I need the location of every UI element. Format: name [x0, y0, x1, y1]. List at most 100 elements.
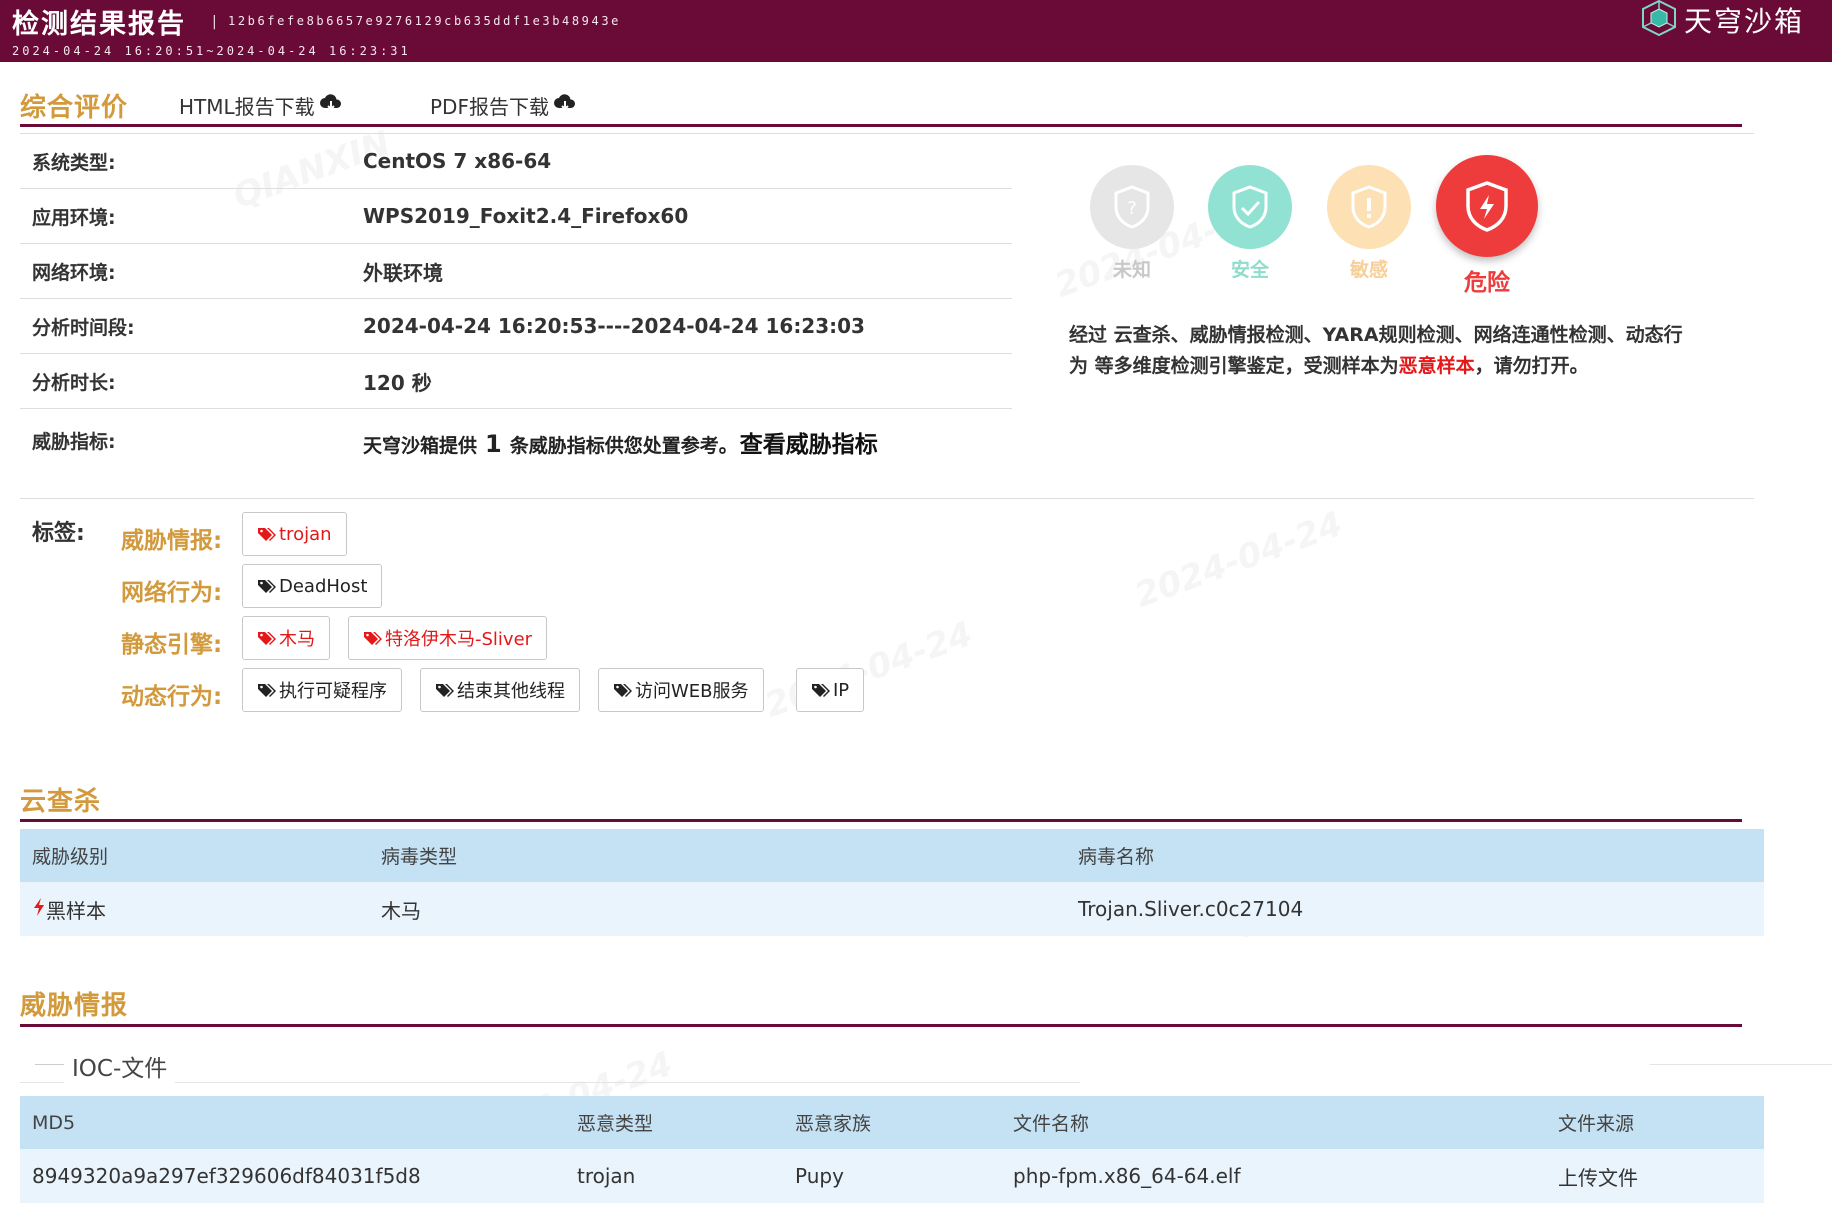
filename-cell: php-fpm.x86_64-64.elf: [1013, 1164, 1241, 1188]
ioc-file-title: IOC-文件: [64, 1049, 176, 1083]
table-row: 8949320a9a297ef329606df84031f5d8 trojan …: [20, 1149, 1764, 1203]
verdict-prefix: 为 等多维度检测引擎鉴定，受测样本为: [1069, 355, 1399, 377]
verdict-text: 经过 云查杀、威胁情报检测、YARA规则检测、网络连通性检测、动态行 为 等多维…: [1069, 320, 1749, 382]
virus-type-cell: 木马: [381, 898, 421, 923]
tag-exec-suspicious[interactable]: 执行可疑程序: [242, 668, 402, 712]
threat-intel-title: 威胁情报: [20, 991, 129, 1021]
tag-deadhost[interactable]: DeadHost: [242, 564, 383, 608]
tag-web-access[interactable]: 访问WEB服务: [598, 668, 764, 712]
tag-category-network-behavior: 网络行为:: [121, 580, 223, 606]
threat-intel-section-header: 威胁情报: [20, 980, 1742, 1027]
risk-level-label: 未知: [1112, 259, 1151, 281]
column-header: 病毒名称: [1078, 846, 1155, 868]
tag-trojan-horse[interactable]: 木马: [242, 616, 330, 660]
cube-logo-icon: [1638, 0, 1680, 42]
malicious-type-cell: trojan: [577, 1164, 636, 1188]
tag-label: 特洛伊木马-Sliver: [385, 629, 533, 650]
tag-label: 结束其他线程: [457, 681, 565, 702]
verdict-line-1: 经过 云查杀、威胁情报检测、YARA规则检测、网络连通性检测、动态行: [1069, 324, 1683, 346]
tag-icon: [258, 632, 276, 645]
verdict-suffix: ，请勿打开。: [1474, 355, 1589, 377]
md5-cell: 8949320a9a297ef329606df84031f5d8: [32, 1164, 421, 1188]
tag-icon: [436, 684, 454, 697]
divider: [35, 1064, 65, 1065]
view-ioc-link[interactable]: 查看威胁指标: [740, 425, 878, 459]
divider: [1650, 1064, 1832, 1065]
tag-kill-threads[interactable]: 结束其他线程: [420, 668, 580, 712]
tag-icon: [258, 684, 276, 697]
cloud-download-icon: [319, 93, 343, 118]
brand-name: 天穹沙箱: [1683, 5, 1804, 38]
divider: [20, 498, 1754, 499]
risk-level-label: 危险: [1464, 270, 1510, 296]
ioc-summary: 天穹沙箱提供 1 条威胁指标供您处置参考。 查看威胁指标: [363, 425, 878, 459]
threat-level-value: 黑样本: [46, 898, 106, 923]
info-row-os: 系统类型: CentOS 7 x86-64: [20, 133, 1012, 188]
tag-trojan-sliver[interactable]: 特洛伊木马-Sliver: [348, 616, 548, 660]
tag-ip[interactable]: IP: [796, 668, 865, 712]
virus-name-cell: Trojan.Sliver.c0c27104: [1078, 897, 1304, 921]
lightning-shield-icon: [1436, 155, 1538, 257]
risk-level-sensitive: 敏感: [1327, 165, 1411, 282]
cloud-scan-title: 云查杀: [20, 787, 102, 817]
info-label: 分析时间段:: [32, 316, 135, 339]
malicious-family-cell: Pupy: [795, 1164, 844, 1188]
file-source-cell: 上传文件: [1558, 1165, 1638, 1190]
tag-label: 执行可疑程序: [279, 681, 387, 702]
lightning-icon: [32, 897, 46, 922]
info-row-app-env: 应用环境: WPS2019_Foxit2.4_Firefox60: [20, 188, 1012, 243]
pdf-download-link[interactable]: PDF报告下载: [430, 91, 577, 120]
risk-level-safe: 安全: [1208, 165, 1292, 282]
html-download-label: HTML报告下载: [179, 95, 315, 119]
tag-label: DeadHost: [279, 575, 368, 597]
report-header: 检测结果报告 | 12b6fefe8b6657e9276129cb635ddf1…: [0, 0, 1832, 62]
cloud-download-icon: [553, 93, 577, 118]
tags-label: 标签:: [32, 521, 85, 546]
info-label: 应用环境:: [32, 206, 116, 229]
info-value: 120 秒: [363, 370, 432, 395]
column-header: 威胁级别: [32, 846, 109, 868]
info-label: 系统类型:: [32, 151, 116, 174]
watermark: 2024-04-24: [759, 614, 978, 726]
tag-icon: [258, 580, 276, 593]
brand-logo: 天穹沙箱: [1638, 0, 1804, 40]
cloud-scan-table: 威胁级别 病毒类型 病毒名称 黑样本 木马 Trojan.Sliver.c0c2…: [20, 829, 1764, 936]
ioc-suffix: 条威胁指标供您处置参考。: [509, 435, 738, 457]
verdict-line-2: 为 等多维度检测引擎鉴定，受测样本为恶意样本，请勿打开。: [1069, 351, 1749, 382]
risk-level-label: 安全: [1230, 259, 1269, 281]
svg-text:?: ?: [1127, 198, 1137, 219]
info-row-analysis-period: 分析时间段: 2024-04-24 16:20:53----2024-04-24…: [20, 298, 1012, 353]
exclamation-shield-icon: [1327, 165, 1411, 249]
tag-label: IP: [833, 679, 850, 701]
tag-category-dynamic-behavior: 动态行为:: [121, 684, 223, 710]
info-value: WPS2019_Foxit2.4_Firefox60: [363, 204, 689, 228]
check-shield-icon: [1208, 165, 1292, 249]
cloud-scan-section-header: 云查杀: [20, 776, 1742, 822]
risk-level-danger: 危险: [1436, 155, 1538, 297]
info-label: 威胁指标:: [32, 431, 116, 453]
info-value: 外联环境: [363, 260, 443, 285]
column-header: 文件名称: [1013, 1113, 1090, 1135]
info-label: 网络环境:: [32, 261, 116, 284]
column-header: 病毒类型: [381, 846, 458, 868]
risk-level-label: 敏感: [1349, 259, 1388, 281]
info-row-analysis-duration: 分析时长: 120 秒: [20, 353, 1012, 408]
threat-level-cell: 黑样本: [32, 882, 106, 936]
ioc-file-subheader: IOC-文件: [20, 1047, 1080, 1083]
html-download-link[interactable]: HTML报告下载: [179, 91, 343, 120]
summary-title: 综合评价: [20, 93, 129, 123]
tag-icon: [258, 528, 276, 541]
info-value: 2024-04-24 16:20:53----2024-04-24 16:23:…: [363, 314, 865, 338]
tag-icon: [364, 632, 382, 645]
report-title: 检测结果报告: [12, 9, 186, 40]
info-value: CentOS 7 x86-64: [363, 149, 552, 173]
table-header-row: MD5 恶意类型 恶意家族 文件名称 文件来源: [20, 1096, 1764, 1149]
tag-trojan[interactable]: trojan: [242, 512, 347, 556]
report-period: 2024-04-24 16:20:51~2024-04-24 16:23:31: [12, 44, 411, 58]
pdf-download-label: PDF报告下载: [430, 95, 549, 119]
divider: [1012, 133, 1754, 134]
info-row-network-env: 网络环境: 外联环境: [20, 243, 1012, 298]
tag-category-static-engine: 静态引擎:: [121, 632, 223, 658]
verdict-highlight: 恶意样本: [1398, 355, 1475, 377]
tag-label: trojan: [279, 523, 332, 545]
